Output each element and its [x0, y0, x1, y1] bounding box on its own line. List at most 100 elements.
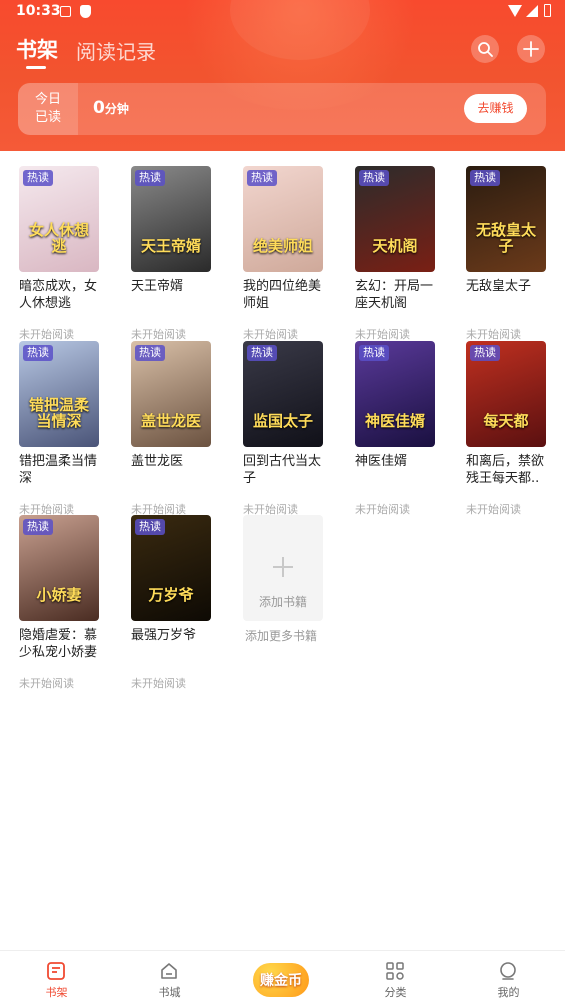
book-item[interactable]: 绝美师姐 热读我的四位绝美师姐未开始阅读: [243, 166, 333, 341]
book-read-status: 未开始阅读: [131, 328, 186, 341]
app-root: 10:33 书架 阅读记录 今日 已读 0分钟 去赚钱 女人休想逃 热读 暗恋成…: [0, 0, 565, 1004]
book-cover[interactable]: 神医佳婿 热读: [355, 341, 435, 447]
book-read-status: 未开始阅读: [19, 328, 74, 341]
nav-bookshelf-label: 书架: [45, 986, 68, 999]
book-read-status: 未开始阅读: [243, 328, 298, 341]
earn-money-button[interactable]: 去赚钱: [464, 94, 527, 123]
add-more-books-label: 添加更多书籍: [245, 629, 318, 643]
book-cover[interactable]: 小娇妻 热读: [19, 515, 99, 621]
book-cover[interactable]: 每天都 热读: [466, 341, 546, 447]
cover-title-art: 神医佳婿: [364, 412, 425, 430]
add-button[interactable]: [517, 35, 545, 63]
hot-badge: 热读: [135, 170, 165, 186]
cover-title-art: 每天都: [483, 412, 529, 430]
book-cover[interactable]: 万岁爷 热读: [131, 515, 211, 621]
book-item[interactable]: 错把温柔当情深 热读 错把温柔当情深 未开始阅读: [19, 341, 109, 516]
cover-title-art: 错把温柔当情深: [28, 396, 89, 430]
nav-category-label: 分类: [384, 986, 407, 999]
book-item[interactable]: 神医佳婿 热读神医佳婿未开始阅读: [355, 341, 445, 516]
cover-title-art: 盖世龙医: [140, 412, 201, 430]
notification-a-icon: [60, 6, 71, 17]
nav-bookstore[interactable]: 书城: [113, 951, 226, 1004]
book-title[interactable]: 回到古代当太子: [243, 453, 333, 487]
book-item[interactable]: 无敌皇太子 热读无敌皇太子未开始阅读: [466, 166, 556, 341]
battery-icon: [544, 4, 551, 17]
book-cover[interactable]: 监国太子 热读: [243, 341, 323, 447]
tab-reading-history[interactable]: 阅读记录: [76, 36, 156, 65]
book-item[interactable]: 监国太子 热读 回到古代当太子 未开始阅读: [243, 341, 333, 516]
book-read-status: 未开始阅读: [355, 503, 410, 516]
book-title[interactable]: 暗恋成欢，女人休想逃: [19, 278, 109, 312]
hot-badge: 热读: [359, 345, 389, 361]
hot-badge: 热读: [135, 519, 165, 535]
book-cover[interactable]: 错把温柔当情深 热读: [19, 341, 99, 447]
home-icon: [161, 963, 177, 979]
hot-badge: 热读: [135, 345, 165, 361]
signal-icon: [526, 5, 538, 17]
hot-badge: 热读: [247, 170, 277, 186]
hot-badge: 热读: [470, 345, 500, 361]
hot-badge: 热读: [470, 170, 500, 186]
nav-earn-coins[interactable]: 赚金币: [253, 963, 309, 997]
plus-icon: [523, 41, 539, 57]
book-item[interactable]: 小娇妻 热读隐婚虐爱：慕少私宠小娇妻未开始阅读: [19, 515, 109, 690]
book-title[interactable]: 和离后，禁欲残王每天都..: [466, 453, 556, 487]
today-reading-card: 今日 已读 0分钟 去赚钱: [18, 83, 546, 135]
wifi-icon: [508, 5, 522, 17]
book-cover[interactable]: 天机阁 热读: [355, 166, 435, 272]
tab-bookshelf[interactable]: 书架: [16, 34, 58, 64]
tab-active-indicator: [26, 66, 46, 69]
read-minutes-value: 0: [93, 98, 105, 118]
book-read-status: 未开始阅读: [19, 677, 74, 690]
nav-bookstore-label: 书城: [158, 986, 181, 999]
book-item[interactable]: 盖世龙医 热读 盖世龙医 未开始阅读: [131, 341, 221, 516]
book-title[interactable]: 隐婚虐爱：慕少私宠小娇妻: [19, 627, 109, 661]
cover-title-art: 天机阁: [372, 237, 418, 255]
book-read-status: 未开始阅读: [131, 677, 186, 690]
cover-title-art: 万岁爷: [148, 586, 194, 604]
today-read-label: 今日 已读: [18, 83, 78, 135]
bookshelf-icon: [47, 962, 65, 980]
book-cover[interactable]: 天王帝婿 热读: [131, 166, 211, 272]
notification-shield-icon: [80, 5, 91, 18]
today-label-line2: 已读: [34, 110, 61, 125]
search-icon: [478, 42, 493, 57]
book-cover[interactable]: 女人休想逃 热读: [19, 166, 99, 272]
book-title[interactable]: 最强万岁爷: [131, 627, 221, 644]
book-read-status: 未开始阅读: [355, 328, 410, 341]
book-cover[interactable]: 绝美师姐 热读: [243, 166, 323, 272]
book-read-status: 未开始阅读: [466, 503, 521, 516]
cover-title-art: 天王帝婿: [140, 237, 201, 255]
nav-mine[interactable]: 我的: [452, 951, 565, 1004]
book-item[interactable]: 天机阁 热读玄幻：开局一座天机阁未开始阅读: [355, 166, 445, 341]
hot-badge: 热读: [23, 345, 53, 361]
book-item[interactable]: 女人休想逃 热读暗恋成欢，女人休想逃未开始阅读: [19, 166, 109, 341]
book-cover[interactable]: 无敌皇太子 热读: [466, 166, 546, 272]
today-label-line1: 今日: [34, 92, 61, 107]
add-book-tile[interactable]: 添加书籍添加更多书籍: [243, 515, 333, 655]
book-cover[interactable]: 盖世龙医 热读: [131, 341, 211, 447]
search-button[interactable]: [471, 35, 499, 63]
cover-title-art: 无敌皇太子: [475, 221, 536, 255]
book-title[interactable]: 我的四位绝美师姐: [243, 278, 333, 312]
grid-icon: [386, 962, 404, 980]
nav-bookshelf[interactable]: 书架: [0, 951, 113, 1004]
nav-category[interactable]: 分类: [339, 951, 452, 1004]
hot-badge: 热读: [247, 345, 277, 361]
hot-badge: 热读: [23, 519, 53, 535]
cover-title-art: 绝美师姐: [252, 237, 313, 255]
book-title[interactable]: 玄幻：开局一座天机阁: [355, 278, 445, 312]
book-title[interactable]: 神医佳婿: [355, 453, 445, 470]
book-item[interactable]: 万岁爷 热读最强万岁爷未开始阅读: [131, 515, 221, 690]
book-item[interactable]: 每天都 热读和离后，禁欲残王每天都.. 未开始阅读: [466, 341, 556, 516]
book-item[interactable]: 天王帝婿 热读天王帝婿未开始阅读: [131, 166, 221, 341]
book-title[interactable]: 盖世龙医: [131, 453, 221, 470]
book-title[interactable]: 无敌皇太子: [466, 278, 556, 295]
header: 10:33 书架 阅读记录 今日 已读 0分钟 去赚钱: [0, 0, 565, 151]
book-read-status: 未开始阅读: [466, 328, 521, 341]
add-book-cover[interactable]: 添加书籍: [243, 515, 323, 621]
cover-title-art: 女人休想逃: [28, 221, 89, 255]
plus-icon: [273, 557, 293, 577]
book-title[interactable]: 天王帝婿: [131, 278, 221, 295]
book-title[interactable]: 错把温柔当情深: [19, 453, 109, 487]
